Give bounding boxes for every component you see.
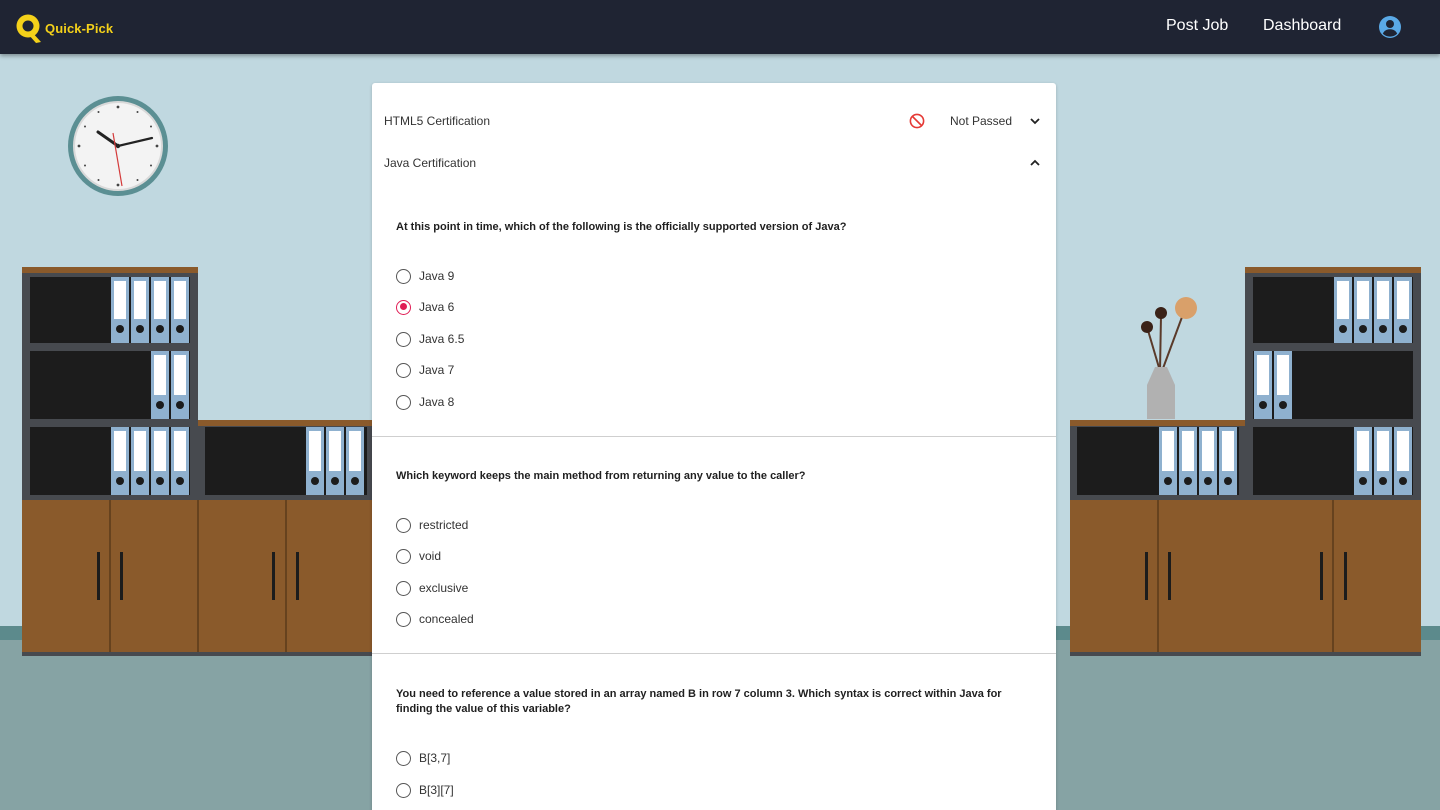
wall-clock-illustration xyxy=(68,96,168,196)
top-navbar: Quick-Pick Post Job Dashboard xyxy=(0,0,1440,54)
quick-pick-logo-icon xyxy=(16,14,41,43)
option-label: concealed xyxy=(419,612,474,626)
radio-button[interactable] xyxy=(396,268,411,284)
accordion-status: Not Passed xyxy=(950,114,1013,128)
option-label: Java 9 xyxy=(419,269,455,283)
q1-option-java-9[interactable]: Java 9 xyxy=(396,266,454,286)
question-divider xyxy=(372,653,1056,654)
q1-option-java-6-5[interactable]: Java 6.5 xyxy=(396,329,464,349)
dashboard-link[interactable]: Dashboard xyxy=(1263,17,1341,35)
chevron-up-icon[interactable] xyxy=(1028,156,1042,170)
q2-option-concealed[interactable]: concealed xyxy=(396,609,474,629)
q1-option-java-8[interactable]: Java 8 xyxy=(396,392,454,412)
q2-option-restricted[interactable]: restricted xyxy=(396,515,468,535)
q1-option-java-7[interactable]: Java 7 xyxy=(396,360,454,380)
option-label: Java 6.5 xyxy=(419,332,465,346)
radio-button[interactable] xyxy=(396,750,411,766)
option-label: exclusive xyxy=(419,581,469,595)
radio-button[interactable] xyxy=(396,548,411,564)
option-label: Java 6 xyxy=(419,300,455,314)
accordion-java-certification[interactable]: Java Certification xyxy=(372,143,1056,183)
post-job-link[interactable]: Post Job xyxy=(1166,17,1228,35)
question-1-text: At this point in time, which of the foll… xyxy=(396,221,847,233)
question-3-text: You need to reference a value stored in … xyxy=(396,688,1002,715)
q2-option-void[interactable]: void xyxy=(396,546,441,566)
radio-button[interactable] xyxy=(396,517,411,533)
question-divider xyxy=(372,436,1056,437)
radio-button-selected[interactable] xyxy=(396,299,411,315)
radio-button[interactable] xyxy=(396,611,411,627)
radio-button[interactable] xyxy=(396,580,411,596)
radio-button[interactable] xyxy=(396,394,411,410)
left-bookcase-illustration xyxy=(22,267,374,656)
certification-card: HTML5 Certification Not Passed Java Cert… xyxy=(372,83,1056,810)
q1-option-java-6[interactable]: Java 6 xyxy=(396,297,454,317)
radio-button[interactable] xyxy=(396,331,411,347)
right-bookcase-illustration xyxy=(1070,267,1421,656)
option-label: Java 8 xyxy=(419,395,455,409)
brand-logo[interactable]: Quick-Pick xyxy=(15,12,113,44)
brand-name: Quick-Pick xyxy=(45,20,114,36)
q3-option-b-3-7[interactable]: B[3,7] xyxy=(396,748,450,768)
option-label: Java 7 xyxy=(419,363,455,377)
accordion-html5-certification[interactable]: HTML5 Certification Not Passed xyxy=(372,101,1056,141)
chevron-down-icon[interactable] xyxy=(1028,114,1042,128)
account-circle-icon[interactable] xyxy=(1378,15,1402,39)
q3-option-b-3-7-brackets[interactable]: B[3][7] xyxy=(396,780,454,800)
accordion-title: HTML5 Certification xyxy=(384,114,491,128)
option-label: B[3,7] xyxy=(419,751,451,765)
accordion-title: Java Certification xyxy=(384,156,477,170)
option-label: void xyxy=(419,549,442,563)
radio-button[interactable] xyxy=(396,362,411,378)
q2-option-exclusive[interactable]: exclusive xyxy=(396,578,468,598)
option-label: restricted xyxy=(419,518,469,532)
option-label: B[3][7] xyxy=(419,783,454,797)
not-passed-icon xyxy=(909,113,925,129)
radio-button[interactable] xyxy=(396,782,411,798)
question-2-text: Which keyword keeps the main method from… xyxy=(396,470,806,482)
